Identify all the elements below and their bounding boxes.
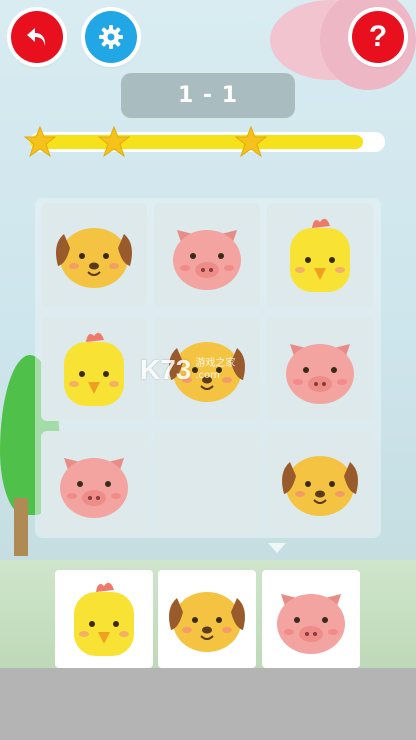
star-icon [23,125,57,158]
board-cell-empty[interactable] [154,431,260,535]
level-indicator: 1 - 1 [121,73,295,118]
board-cell-pig[interactable] [154,203,260,307]
dog-face-icon [56,228,132,288]
watermark-line1: 游戏之家 [195,358,236,369]
dog-face-icon [169,592,245,652]
board-cell-dog[interactable] [267,431,373,535]
tray-card-pig[interactable] [262,570,360,668]
pig-face-icon [60,458,128,518]
star-icon [234,125,268,158]
progress-fill [30,135,363,149]
drop-indicator-arrow [268,543,286,553]
tree-trunk [14,498,28,556]
chick-face-icon [290,218,350,292]
undo-arrow-icon [27,28,46,46]
board-cell-chick[interactable] [41,317,147,421]
level-label: 1 - 1 [177,83,239,108]
settings-button[interactable] [85,11,137,63]
tray-card-chick[interactable] [55,570,153,668]
chick-face-icon [74,582,134,656]
bottom-bar [0,668,416,740]
pig-face-icon [173,230,241,290]
back-button[interactable] [11,11,63,63]
board-cell-pig[interactable] [41,431,147,535]
board-cell-dog[interactable] [41,203,147,307]
chick-face-icon [64,332,124,406]
watermark-logo: K73 [140,354,192,385]
board-cell-chick[interactable] [267,203,373,307]
star-icon [97,125,131,158]
help-label: ? [368,20,388,53]
tray-card-dog[interactable] [158,570,256,668]
watermark: K73 游戏之家 .com [140,350,290,390]
help-button[interactable]: ? [352,11,404,63]
gear-icon [99,25,123,49]
pig-face-icon [277,594,345,654]
dog-face-icon [282,456,358,516]
watermark-line2: .com [195,370,220,381]
